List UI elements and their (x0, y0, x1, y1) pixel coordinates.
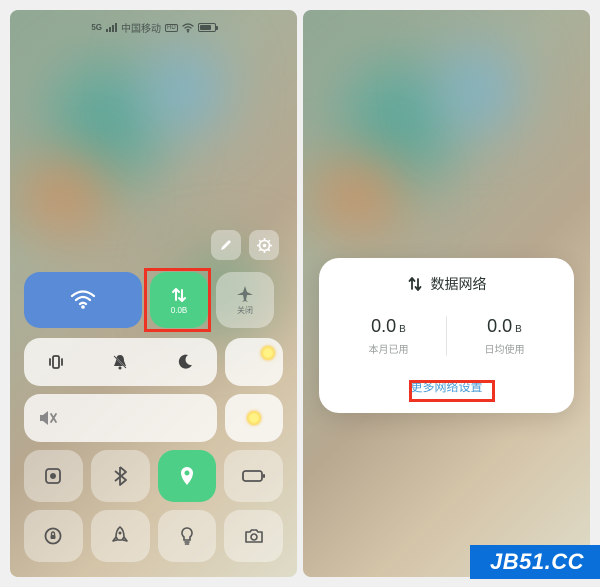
sun-icon (261, 346, 275, 360)
edit-button[interactable] (211, 230, 241, 260)
camera-tile[interactable] (224, 510, 283, 562)
volume-off-icon (38, 409, 58, 427)
tiles-row-2 (24, 338, 283, 386)
status-bar: 5G 中国移动 HD (10, 20, 297, 35)
bulb-icon (180, 526, 194, 546)
rotation-lock-tile[interactable] (24, 510, 83, 562)
more-network-settings-button[interactable]: 更多网络设置 (404, 374, 488, 399)
battery-icon (242, 469, 266, 483)
data-arrows-icon (170, 286, 188, 304)
stat-label: 日均使用 (447, 341, 562, 356)
carrier-label: 中国移动 (121, 20, 161, 35)
battery-tile[interactable] (224, 450, 283, 502)
bluetooth-icon (113, 466, 127, 486)
brightness-auto-tile[interactable] (225, 338, 283, 386)
stat-unit: B (515, 324, 522, 335)
data-network-popup: 数据网络 0.0B 本月已用 0.0B 日均使用 更多网络设置 (319, 258, 574, 413)
mobile-data-value: 0.0B (171, 306, 187, 315)
wifi-icon (70, 290, 96, 310)
flashlight-tile[interactable] (158, 510, 217, 562)
network-type: 5G (91, 23, 102, 32)
mobile-data-tile[interactable]: 0.0B (150, 272, 208, 328)
airplane-label: 关闭 (237, 305, 253, 316)
tiles-row-1: 0.0B 关闭 (24, 272, 283, 328)
tiles-row-3 (24, 394, 283, 442)
popup-stats: 0.0B 本月已用 0.0B 日均使用 (331, 316, 562, 356)
stat-unit: B (399, 324, 406, 335)
screen-record-tile[interactable] (24, 450, 83, 502)
rotation-lock-icon (43, 526, 63, 546)
brightness-slider-tile[interactable] (225, 394, 283, 442)
rocket-icon (112, 526, 128, 546)
battery-status-icon (198, 23, 216, 32)
action-bar (211, 230, 279, 260)
data-arrows-icon (407, 276, 423, 292)
wifi-status-icon (182, 23, 194, 33)
popup-title: 数据网络 (431, 274, 487, 294)
hd-badge: HD (165, 24, 178, 32)
popup-header: 数据网络 (331, 274, 562, 294)
sun-icon (247, 411, 261, 425)
bell-off-icon (111, 353, 129, 371)
gear-icon (257, 238, 272, 253)
pencil-icon (219, 238, 233, 252)
stat-label: 本月已用 (331, 341, 446, 356)
airplane-tile[interactable]: 关闭 (216, 272, 274, 328)
settings-button[interactable] (249, 230, 279, 260)
stat-value: 0.0 (487, 316, 512, 336)
airplane-icon (236, 285, 254, 303)
signal-bars-icon (106, 23, 117, 32)
moon-icon (176, 353, 194, 371)
location-icon (179, 466, 195, 486)
tiles-row-4 (24, 450, 283, 502)
camera-icon (244, 528, 264, 544)
volume-slider-tile[interactable] (24, 394, 217, 442)
boost-tile[interactable] (91, 510, 150, 562)
stat-daily-avg: 0.0B 日均使用 (447, 316, 562, 356)
control-center-screen: 5G 中国移动 HD 0.0B (10, 10, 297, 577)
stat-month-used: 0.0B 本月已用 (331, 316, 446, 356)
watermark: JB51.CC (470, 545, 600, 579)
stat-value: 0.0 (371, 316, 396, 336)
tiles-row-5 (24, 510, 283, 562)
screen-record-icon (43, 466, 63, 486)
vibrate-icon (47, 353, 65, 371)
data-popup-screen: 数据网络 0.0B 本月已用 0.0B 日均使用 更多网络设置 (303, 10, 590, 577)
sound-modes-tile[interactable] (24, 338, 217, 386)
location-tile[interactable] (158, 450, 217, 502)
bluetooth-tile[interactable] (91, 450, 150, 502)
wifi-tile[interactable] (24, 272, 142, 328)
